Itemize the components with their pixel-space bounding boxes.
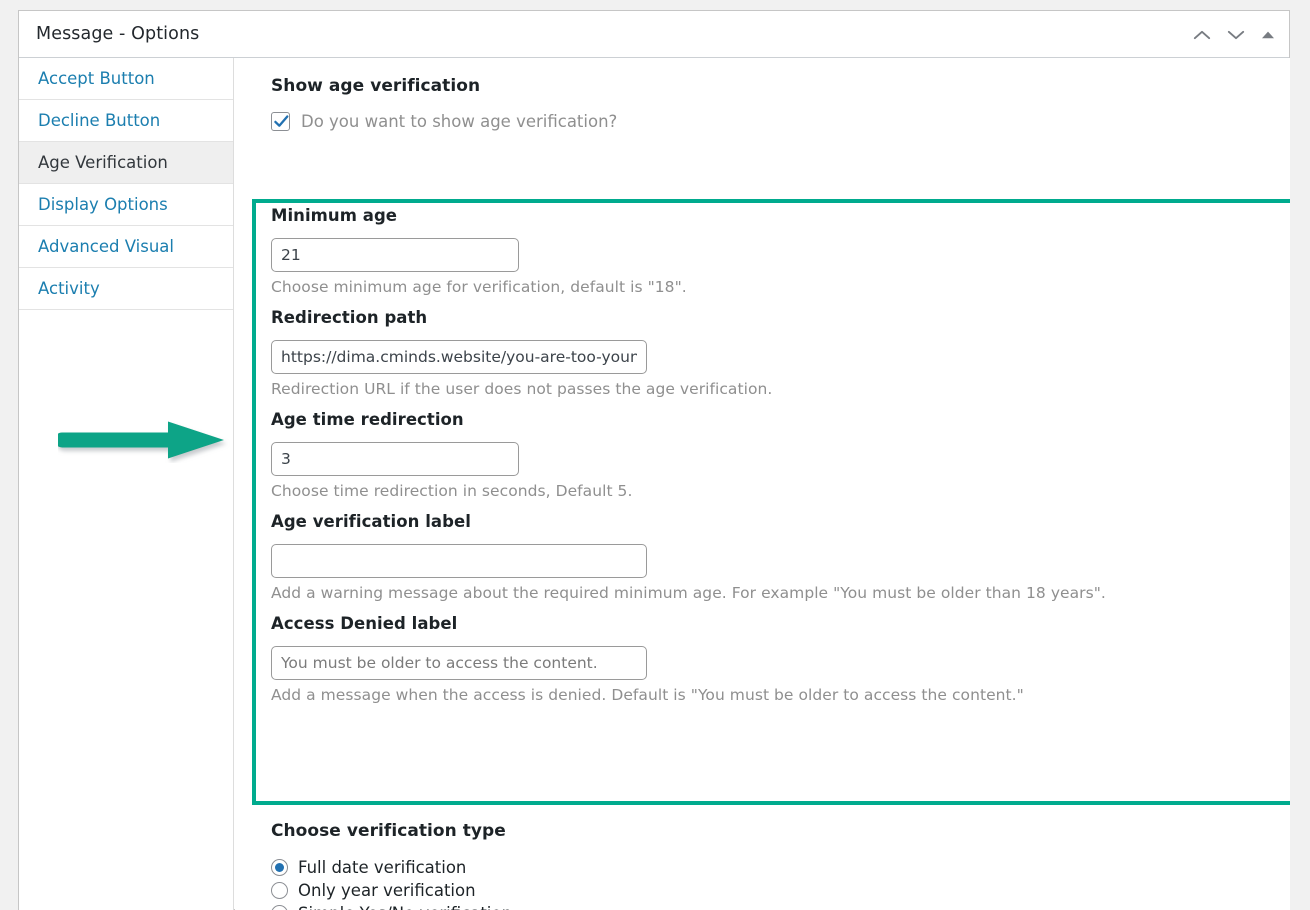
redirection-path-input[interactable] xyxy=(271,340,647,374)
panel-body: Accept Button Decline Button Age Verific… xyxy=(19,58,1290,910)
field-age-verification-label: Age verification label Add a warning mes… xyxy=(271,512,1281,602)
access-denied-label-help: Add a message when the access is denied.… xyxy=(271,686,1024,704)
age-time-redirection-input[interactable] xyxy=(271,442,519,476)
radio-label: Simple Yes/No verification xyxy=(298,904,512,910)
annotation-arrow-icon xyxy=(54,418,230,463)
age-verification-label-input[interactable] xyxy=(271,544,647,578)
radio-label: Only year verification xyxy=(298,881,476,900)
age-verification-label-input-wrap xyxy=(271,544,1281,578)
field-minimum-age: Minimum age Choose minimum age for verif… xyxy=(271,206,1281,296)
access-denied-label-title: Access Denied label xyxy=(271,614,458,633)
radio-row-simple-yes-no-verification[interactable]: Simple Yes/No verification xyxy=(271,902,871,910)
radio-selected-icon[interactable] xyxy=(271,859,288,876)
page-title: Message - Options xyxy=(36,24,200,44)
settings-content: Show age verification Do you want to sho… xyxy=(235,58,1290,910)
sidebar-item-label: Age Verification xyxy=(38,153,168,172)
age-time-redirection-input-wrap xyxy=(271,442,1281,476)
access-denied-label-input-wrap xyxy=(271,646,1281,680)
sidebar-item-label: Activity xyxy=(38,279,100,298)
sidebar-item-label: Display Options xyxy=(38,195,168,214)
show-age-verification-checkbox-row[interactable]: Do you want to show age verification? xyxy=(271,112,617,131)
field-redirection-path: Redirection path Redirection URL if the … xyxy=(271,308,1281,398)
verification-type-group: Choose verification type Full date verif… xyxy=(271,821,871,910)
show-age-verification-checkbox-label: Do you want to show age verification? xyxy=(301,112,618,131)
checkbox-checked-icon[interactable] xyxy=(271,112,290,131)
redirection-path-title: Redirection path xyxy=(271,308,428,327)
age-verification-label-title: Age verification label xyxy=(271,512,471,531)
minimum-age-help: Choose minimum age for verification, def… xyxy=(271,278,687,296)
panel-header: Message - Options xyxy=(19,11,1289,58)
sidebar-item-decline-button[interactable]: Decline Button xyxy=(19,100,233,142)
access-denied-label-input[interactable] xyxy=(271,646,647,680)
verification-type-title: Choose verification type xyxy=(271,821,506,841)
move-down-icon[interactable] xyxy=(1221,18,1251,52)
radio-label: Full date verification xyxy=(298,858,467,877)
sidebar-item-age-verification[interactable]: Age Verification xyxy=(19,142,233,184)
show-age-verification-title: Show age verification xyxy=(271,76,481,96)
radio-row-full-date-verification[interactable]: Full date verification xyxy=(271,856,871,879)
minimum-age-input-wrap xyxy=(271,238,1281,272)
redirection-path-input-wrap xyxy=(271,340,1281,374)
verification-type-radio-list: Full date verification Only year verific… xyxy=(271,856,871,910)
panel-header-actions xyxy=(1187,11,1281,58)
redirection-path-help: Redirection URL if the user does not pas… xyxy=(271,380,773,398)
radio-row-only-year-verification[interactable]: Only year verification xyxy=(271,879,871,902)
sidebar-item-accept-button[interactable]: Accept Button xyxy=(19,58,233,100)
sidebar-item-activity[interactable]: Activity xyxy=(19,268,233,310)
radio-unselected-icon[interactable] xyxy=(271,905,288,910)
minimum-age-title: Minimum age xyxy=(271,206,398,225)
sidebar-item-label: Decline Button xyxy=(38,111,161,130)
age-verification-fields: Minimum age Choose minimum age for verif… xyxy=(271,206,1281,716)
sidebar-item-label: Advanced Visual xyxy=(38,237,175,256)
settings-sidebar: Accept Button Decline Button Age Verific… xyxy=(19,58,234,910)
sidebar-item-advanced-visual[interactable]: Advanced Visual xyxy=(19,226,233,268)
field-access-denied-label: Access Denied label Add a message when t… xyxy=(271,614,1281,704)
sidebar-item-display-options[interactable]: Display Options xyxy=(19,184,233,226)
move-up-icon[interactable] xyxy=(1187,18,1217,52)
radio-unselected-icon[interactable] xyxy=(271,882,288,899)
age-verification-label-help: Add a warning message about the required… xyxy=(271,584,1106,602)
sidebar-item-label: Accept Button xyxy=(38,69,155,88)
show-age-verification-group: Show age verification Do you want to sho… xyxy=(271,76,617,131)
age-time-redirection-help: Choose time redirection in seconds, Defa… xyxy=(271,482,633,500)
collapse-toggle-icon[interactable] xyxy=(1255,18,1281,52)
age-time-redirection-title: Age time redirection xyxy=(271,410,464,429)
minimum-age-input[interactable] xyxy=(271,238,519,272)
field-age-time-redirection: Age time redirection Choose time redirec… xyxy=(271,410,1281,500)
